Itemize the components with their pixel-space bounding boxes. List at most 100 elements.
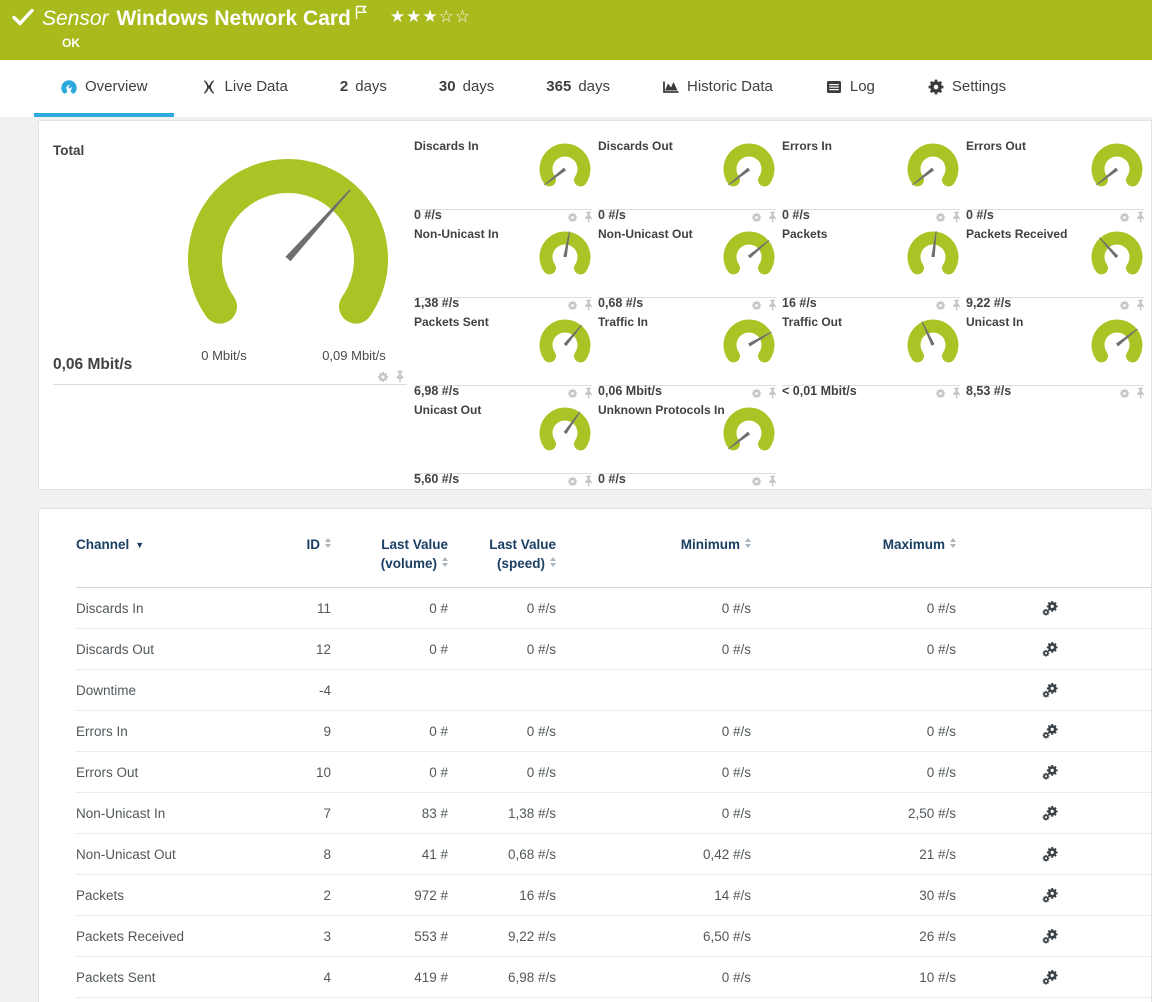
channel-settings-gears-icon[interactable] bbox=[1042, 600, 1059, 617]
small-gauge-cell: Non-Unicast In 1,38 #/s bbox=[414, 225, 598, 313]
gauge-pin-icon[interactable] bbox=[767, 211, 778, 223]
tab-settings[interactable]: Settings bbox=[901, 60, 1032, 117]
gauge bbox=[715, 231, 779, 287]
gauge-scale-min: 0 Mbit/s bbox=[184, 348, 264, 363]
channel-settings-gears-icon[interactable] bbox=[1042, 723, 1059, 740]
gauge-pin-icon[interactable] bbox=[583, 211, 594, 223]
column-header-channel[interactable]: Channel▼ bbox=[76, 535, 296, 555]
gauge-settings-gear-icon[interactable] bbox=[377, 371, 389, 383]
cell-channel[interactable]: Discards Out bbox=[76, 642, 296, 657]
gauge-settings-gear-icon[interactable] bbox=[935, 388, 946, 399]
gauge-settings-gear-icon[interactable] bbox=[1119, 300, 1130, 311]
cell-channel[interactable]: Packets bbox=[76, 888, 296, 903]
tab-days-30[interactable]: 30days bbox=[413, 60, 520, 117]
sort-arrows-icon[interactable] bbox=[550, 557, 556, 567]
channel-settings-gears-icon[interactable] bbox=[1042, 887, 1059, 904]
gauge-settings-gear-icon[interactable] bbox=[567, 300, 578, 311]
cell-maximum: 0 #/s bbox=[751, 724, 956, 739]
tab-bar: OverviewLive Data2days30days365daysHisto… bbox=[0, 60, 1152, 117]
cell-last-volume: 83 # bbox=[331, 806, 448, 821]
gauge-pin-icon[interactable] bbox=[394, 370, 406, 383]
channel-settings-gears-icon[interactable] bbox=[1042, 805, 1059, 822]
gauge-settings-gear-icon[interactable] bbox=[751, 300, 762, 311]
cell-channel[interactable]: Packets Received bbox=[76, 929, 296, 944]
gauge-title: Non-Unicast Out bbox=[598, 227, 693, 241]
cell-last-volume: 0 # bbox=[331, 724, 448, 739]
filter-caret-icon[interactable]: ▼ bbox=[135, 536, 144, 555]
gauge bbox=[899, 319, 963, 375]
gauge-pin-icon[interactable] bbox=[1135, 299, 1146, 311]
gauge-pin-icon[interactable] bbox=[767, 299, 778, 311]
priority-flag-icon[interactable] bbox=[355, 5, 368, 25]
cell-last-speed: 0,68 #/s bbox=[448, 847, 556, 862]
gauge-value: 0 #/s bbox=[598, 472, 626, 486]
gauge-settings-gear-icon[interactable] bbox=[567, 212, 578, 223]
gauge-pin-icon[interactable] bbox=[1135, 387, 1146, 399]
gauge-settings-gear-icon[interactable] bbox=[1119, 212, 1130, 223]
cell-divider bbox=[53, 384, 407, 385]
overview-gauges-panel: Total 0 Mbit/s 0,09 Mbit/s 0,06 Mbit/s D… bbox=[38, 120, 1152, 490]
gauge-settings-gear-icon[interactable] bbox=[935, 212, 946, 223]
gauge-settings-gear-icon[interactable] bbox=[567, 388, 578, 399]
tab-historic-data[interactable]: Historic Data bbox=[636, 60, 799, 117]
cell-channel[interactable]: Downtime bbox=[76, 683, 296, 698]
cell-channel[interactable]: Non-Unicast In bbox=[76, 806, 296, 821]
gauge bbox=[1083, 143, 1147, 199]
cell-channel[interactable]: Errors In bbox=[76, 724, 296, 739]
gauge-value: 9,22 #/s bbox=[966, 296, 1011, 310]
gauge-settings-gear-icon[interactable] bbox=[751, 388, 762, 399]
gauge-pin-icon[interactable] bbox=[583, 299, 594, 311]
gauge-pin-icon[interactable] bbox=[1135, 211, 1146, 223]
tab-live-data[interactable]: Live Data bbox=[174, 60, 314, 117]
cell-last-speed: 9,22 #/s bbox=[448, 929, 556, 944]
channel-settings-gears-icon[interactable] bbox=[1042, 846, 1059, 863]
tab-log[interactable]: Log bbox=[799, 60, 901, 117]
gauge-pin-icon[interactable] bbox=[767, 387, 778, 399]
channel-settings-gears-icon[interactable] bbox=[1042, 682, 1059, 699]
broadcast-icon bbox=[200, 78, 218, 96]
tab-days-365[interactable]: 365days bbox=[520, 60, 636, 117]
gauge-settings-gear-icon[interactable] bbox=[567, 476, 578, 487]
cell-channel[interactable]: Non-Unicast Out bbox=[76, 847, 296, 862]
channel-settings-gears-icon[interactable] bbox=[1042, 969, 1059, 986]
column-header-maximum[interactable]: Maximum bbox=[751, 535, 956, 554]
channel-settings-gears-icon[interactable] bbox=[1042, 928, 1059, 945]
gauge-controls bbox=[751, 387, 778, 399]
gauge-value: 16 #/s bbox=[782, 296, 817, 310]
gauge-settings-gear-icon[interactable] bbox=[751, 212, 762, 223]
total-gauge-controls bbox=[377, 370, 406, 383]
channel-settings-gears-icon[interactable] bbox=[1042, 641, 1059, 658]
column-header-last-value-volume-[interactable]: Last Value(volume) bbox=[331, 535, 448, 573]
channel-settings-gears-icon[interactable] bbox=[1042, 764, 1059, 781]
cell-channel[interactable]: Errors Out bbox=[76, 765, 296, 780]
gauge-value: 0,06 Mbit/s bbox=[598, 384, 662, 398]
tab-days-2[interactable]: 2days bbox=[314, 60, 413, 117]
gauge-pin-icon[interactable] bbox=[951, 211, 962, 223]
gear-icon bbox=[927, 78, 945, 96]
tab-overview[interactable]: Overview bbox=[34, 60, 174, 117]
gauge-settings-gear-icon[interactable] bbox=[1119, 388, 1130, 399]
table-row: Errors Out 10 0 # 0 #/s 0 #/s 0 #/s bbox=[76, 752, 1151, 793]
area-chart-icon bbox=[662, 78, 680, 96]
column-header-id[interactable]: ID bbox=[296, 535, 331, 554]
cell-channel[interactable]: Packets Sent bbox=[76, 970, 296, 985]
gauge-pin-icon[interactable] bbox=[951, 387, 962, 399]
gauge-settings-gear-icon[interactable] bbox=[751, 476, 762, 487]
status-check-icon bbox=[12, 8, 34, 31]
cell-id: 4 bbox=[296, 970, 331, 985]
sort-arrows-icon[interactable] bbox=[950, 538, 956, 548]
column-header-last-value-speed-[interactable]: Last Value(speed) bbox=[448, 535, 556, 573]
column-label: Last Value bbox=[381, 537, 448, 552]
column-header-minimum[interactable]: Minimum bbox=[556, 535, 751, 554]
gauge-settings-gear-icon[interactable] bbox=[935, 300, 946, 311]
cell-maximum: 21 #/s bbox=[751, 847, 956, 862]
gauge-pin-icon[interactable] bbox=[583, 387, 594, 399]
priority-stars[interactable]: ★★★☆☆ bbox=[390, 7, 471, 27]
cell-minimum: 0 #/s bbox=[556, 642, 751, 657]
gauge-pin-icon[interactable] bbox=[951, 299, 962, 311]
cell-last-speed: 0 #/s bbox=[448, 601, 556, 616]
cell-channel[interactable]: Discards In bbox=[76, 601, 296, 616]
gauge-pin-icon[interactable] bbox=[583, 475, 594, 487]
cell-last-volume: 553 # bbox=[331, 929, 448, 944]
gauge-pin-icon[interactable] bbox=[767, 475, 778, 487]
